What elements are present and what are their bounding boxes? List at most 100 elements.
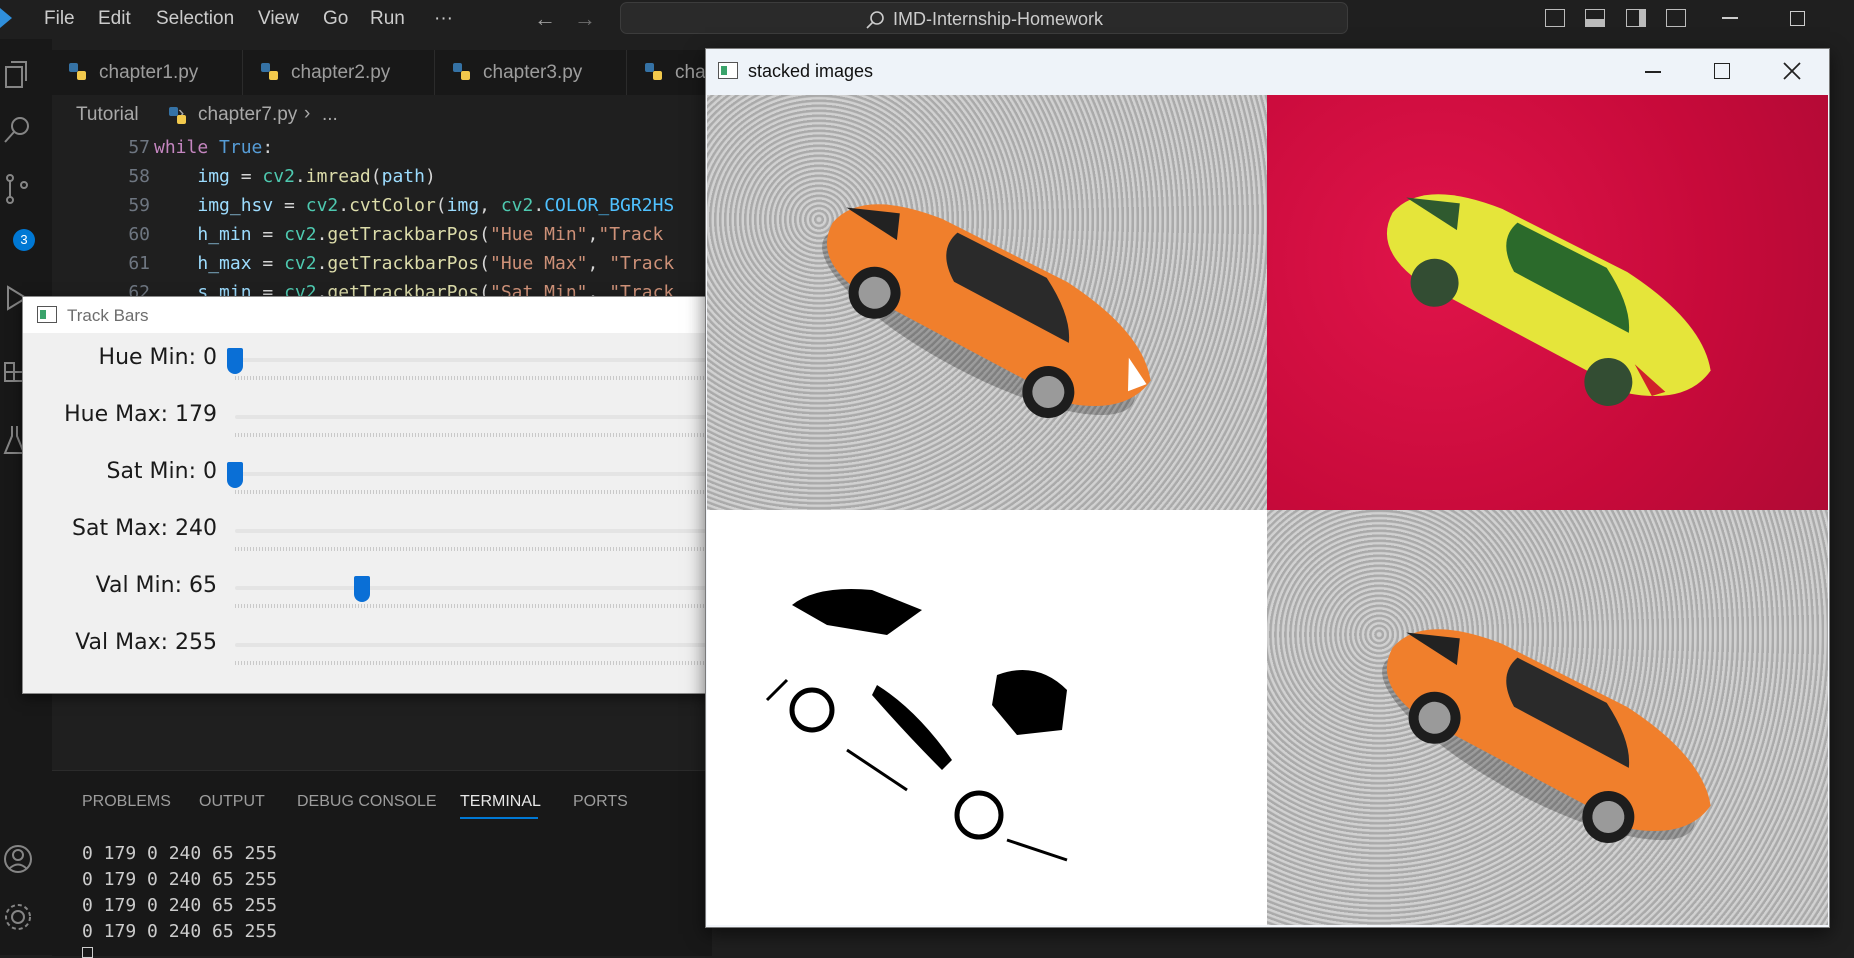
hsv-image (1267, 95, 1828, 510)
menu-run[interactable]: Run (370, 8, 405, 30)
trackbar-sat-max: Sat Max: 240 (23, 511, 735, 567)
panel-tab-debug-console[interactable]: DEBUG CONSOLE (297, 793, 437, 811)
toggle-sidebar-icon[interactable] (1545, 9, 1565, 27)
customize-layout-icon[interactable] (1666, 9, 1686, 27)
search-view-icon[interactable] (2, 115, 32, 145)
tab-chapter2[interactable]: chapter2.py (244, 50, 435, 95)
line-number: 61 (128, 253, 150, 274)
code-line: h_min = cv2.getTrackbarPos("Hue Min","Tr… (197, 224, 664, 245)
menu-file[interactable]: File (44, 8, 75, 30)
trackbar-label: Hue Min: 0 (98, 345, 217, 370)
command-center-search[interactable]: IMD-Internship-Homework (620, 2, 1348, 34)
vscode-logo-icon (0, 8, 12, 28)
trackbar-track[interactable] (235, 472, 735, 476)
code-line: img_hsv = cv2.cvtColor(img, cv2.COLOR_BG… (197, 195, 675, 216)
trackbars-window[interactable]: Track Bars Hue Min: 0 Hue Max: 179 Sat M… (22, 296, 735, 694)
code-line: img = cv2.imread(path) (197, 166, 436, 187)
close-icon[interactable] (1783, 62, 1801, 80)
line-number: 57 (128, 137, 150, 158)
account-icon[interactable] (2, 843, 34, 875)
trackbar-thumb[interactable] (354, 576, 371, 602)
stacked-images-canvas[interactable] (707, 95, 1828, 925)
stacked-images-titlebar[interactable]: stacked images (706, 49, 1829, 95)
tab-label: cha (675, 62, 706, 83)
panel-tab-output[interactable]: OUTPUT (199, 793, 265, 811)
explorer-icon[interactable] (2, 59, 32, 89)
minimize-icon[interactable] (1722, 17, 1738, 19)
menu-go[interactable]: Go (323, 8, 348, 30)
python-file-icon (169, 107, 186, 124)
trackbar-ticks (235, 433, 735, 437)
trackbar-label: Val Max: 255 (75, 630, 217, 655)
window-app-icon (37, 306, 57, 323)
panel-tab-ports[interactable]: PORTS (573, 793, 628, 811)
restore-icon[interactable] (1790, 11, 1805, 26)
settings-gear-icon[interactable] (2, 901, 34, 933)
command-center-label: IMD-Internship-Homework (893, 9, 1104, 29)
terminal-line: 0 179 0 240 65 255 (82, 921, 278, 942)
menu-more[interactable]: ··· (434, 8, 453, 30)
trackbars-titlebar[interactable]: Track Bars (23, 297, 713, 333)
panel-tab-terminal[interactable]: TERMINAL (460, 793, 541, 811)
active-tab-indicator (460, 817, 538, 819)
trackbar-val-min: Val Min: 65 (23, 568, 735, 624)
menu-selection[interactable]: Selection (156, 8, 234, 30)
forward-arrow-icon[interactable]: → (574, 6, 596, 32)
car-image (1386, 194, 1711, 406)
code-editor[interactable]: 57 58 59 60 61 62 while True: img = cv2.… (52, 132, 712, 303)
maximize-icon[interactable] (1714, 63, 1730, 79)
menu-edit[interactable]: Edit (98, 8, 131, 30)
trackbar-ticks (235, 604, 735, 608)
source-control-icon[interactable] (2, 173, 32, 205)
panel-tab-problems[interactable]: PROBLEMS (82, 793, 171, 811)
line-number: 60 (128, 224, 150, 245)
mask-image (707, 510, 1267, 925)
trackbar-label: Sat Max: 240 (72, 516, 217, 541)
trackbar-val-max: Val Max: 255 (23, 625, 735, 681)
trackbar-label: Hue Max: 179 (64, 402, 217, 427)
line-number: 58 (128, 166, 150, 187)
bottom-panel: PROBLEMS OUTPUT DEBUG CONSOLE TERMINAL P… (52, 770, 712, 958)
python-file-icon (261, 63, 278, 80)
tab-label: chapter2.py (291, 62, 391, 83)
chevron-right-icon: › (304, 103, 311, 124)
search-icon (866, 11, 884, 29)
breadcrumb-file[interactable]: chapter7.py (198, 104, 297, 126)
trackbar-hue-max: Hue Max: 179 (23, 397, 735, 453)
code-line: h_max = cv2.getTrackbarPos("Hue Max", "T… (197, 253, 675, 274)
code-line: while True: (154, 137, 274, 158)
toggle-secondary-sidebar-icon[interactable] (1626, 9, 1646, 27)
terminal-line: 0 179 0 240 65 255 (82, 895, 278, 916)
menu-view[interactable]: View (258, 8, 299, 30)
minimize-icon[interactable] (1645, 71, 1661, 73)
trackbar-ticks (235, 376, 735, 380)
stacked-images-window[interactable]: stacked images (705, 48, 1830, 928)
python-file-icon (453, 63, 470, 80)
trackbar-track[interactable] (235, 643, 735, 647)
back-arrow-icon[interactable]: ← (534, 6, 556, 32)
trackbar-sat-min: Sat Min: 0 (23, 454, 735, 510)
trackbar-thumb[interactable] (227, 462, 243, 488)
trackbar-track[interactable] (235, 586, 735, 590)
car-image (822, 204, 1151, 418)
tab-chapter1[interactable]: chapter1.py (52, 50, 243, 95)
terminal-line: 0 179 0 240 65 255 (82, 843, 278, 864)
trackbar-track[interactable] (235, 529, 735, 533)
trackbars-title: Track Bars (67, 306, 149, 325)
trackbar-ticks (235, 661, 735, 665)
tab-label: chapter1.py (99, 62, 199, 83)
trackbar-track[interactable] (235, 415, 735, 419)
python-file-icon (69, 63, 86, 80)
toggle-panel-icon[interactable] (1585, 9, 1605, 27)
trackbar-label: Sat Min: 0 (106, 459, 217, 484)
tab-label: chapter3.py (483, 62, 583, 83)
trackbar-thumb[interactable] (227, 348, 243, 374)
car-mask-image (765, 589, 1068, 862)
breadcrumb-more[interactable]: ... (322, 104, 338, 126)
breadcrumb-folder[interactable]: Tutorial (76, 104, 139, 126)
tab-chapter3[interactable]: chapter3.py (436, 50, 627, 95)
trackbar-hue-min: Hue Min: 0 (23, 340, 735, 396)
terminal-cursor (82, 947, 93, 958)
car-image (1382, 629, 1711, 843)
trackbar-track[interactable] (235, 358, 735, 362)
